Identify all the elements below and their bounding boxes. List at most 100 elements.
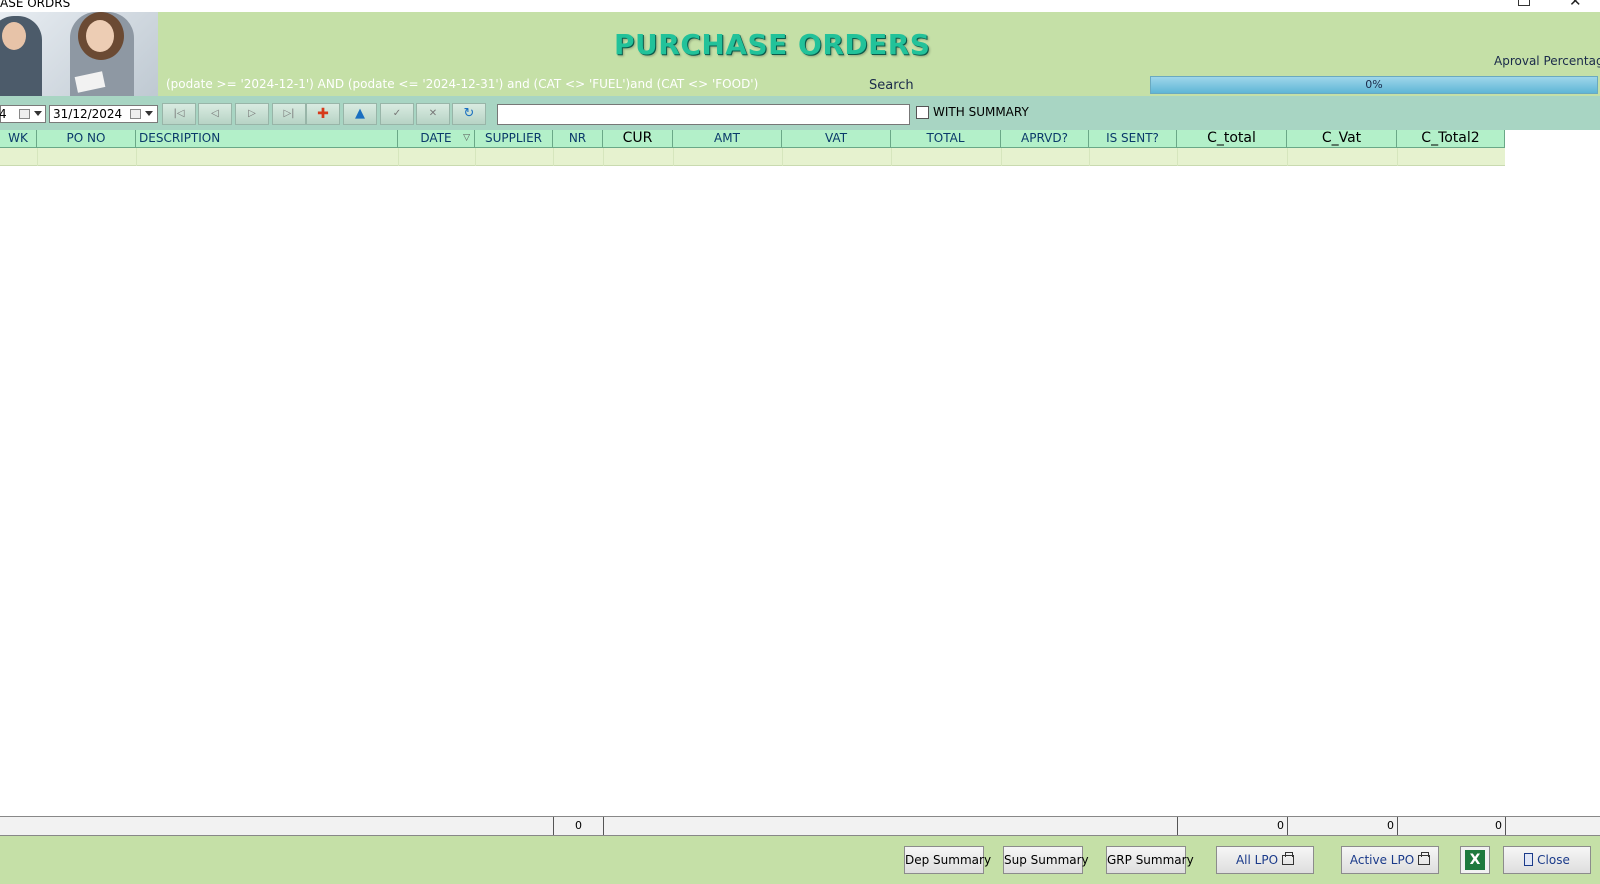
close-button[interactable]: Close [1503, 846, 1591, 874]
table-row[interactable] [0, 148, 1505, 166]
page-title: PURCHASE ORDERS [614, 28, 931, 61]
column-header-nr[interactable]: NR [553, 130, 603, 148]
row-separator [1397, 148, 1398, 166]
row-separator [37, 148, 38, 166]
nr-sum: 0 [553, 817, 603, 835]
exit-door-icon [1524, 853, 1534, 866]
insert-record-icon: ✚ [317, 106, 329, 122]
calendar-icon[interactable] [130, 109, 141, 119]
prior-record-button[interactable]: ◁ [198, 103, 232, 125]
active-lpo-button[interactable]: Active LPO [1341, 846, 1439, 874]
dep-summary-button[interactable]: Dep Summary [904, 846, 991, 874]
date-from-picker[interactable]: 4 [0, 105, 46, 123]
photo-tablet [74, 71, 106, 93]
post-record-icon: ✓ [392, 108, 402, 119]
with-summary-checkbox[interactable] [916, 106, 929, 119]
refresh-button[interactable]: ↻ [452, 103, 486, 125]
cancel-record-button[interactable]: ✕ [416, 103, 450, 125]
column-header-amt[interactable]: AMT [673, 130, 782, 148]
row-separator [475, 148, 476, 166]
header-panel: PURCHASE ORDERS (podate >= '2024-12-1') … [0, 12, 1600, 96]
close-button-label: Close [1537, 853, 1570, 867]
sup-summary-button[interactable]: Sup Summary [1003, 846, 1089, 874]
column-header-date[interactable]: DATE ▽ [398, 130, 475, 148]
column-header-date-label: DATE [420, 131, 452, 145]
c-total-sum: 0 [1177, 817, 1287, 835]
photo-person-left [0, 16, 42, 96]
photo-face [86, 20, 114, 52]
post-record-button[interactable]: ✓ [380, 103, 414, 125]
all-lpo-button[interactable]: All LPO [1216, 846, 1314, 874]
all-lpo-label: All LPO [1235, 853, 1279, 867]
grp-summary-button[interactable]: GRP Summary [1106, 846, 1194, 874]
row-separator [553, 148, 554, 166]
c-total2-sum: 0 [1397, 817, 1505, 835]
last-record-icon: ▷| [283, 108, 295, 119]
column-header-wk[interactable]: WK [0, 130, 37, 148]
row-separator [673, 148, 674, 166]
column-header-supplier[interactable]: SUPPLIER [475, 130, 553, 148]
next-record-button[interactable]: ▷ [235, 103, 269, 125]
column-header-cur[interactable]: CUR [603, 130, 673, 148]
column-header-po-no[interactable]: PO NO [37, 130, 136, 148]
excel-icon: X [1465, 850, 1485, 870]
printer-icon [1418, 852, 1431, 865]
prior-record-icon: ◁ [211, 108, 219, 119]
active-lpo-label: Active LPO [1349, 853, 1415, 867]
header-photo [0, 12, 158, 96]
purchase-orders-window: ASE ORDRS ✕ PURCHASE ORDERS (podate >= '… [0, 0, 1600, 884]
sort-indicator-icon: ▽ [463, 133, 470, 143]
filter-expression: (podate >= '2024-12-1') AND (podate <= '… [166, 77, 759, 91]
calendar-icon[interactable] [19, 109, 30, 119]
c-vat-sum: 0 [1287, 817, 1397, 835]
column-header-c-total[interactable]: C_total [1177, 130, 1287, 148]
column-header-aprvd[interactable]: APRVD? [1001, 130, 1089, 148]
grid-footer-summary: 0 0 0 0 [0, 816, 1600, 836]
last-record-button[interactable]: ▷| [272, 103, 306, 125]
column-header-description[interactable]: DESCRIPTION [136, 130, 398, 148]
row-separator [1089, 148, 1090, 166]
bottom-button-bar: Dep Summary Sup Summary GRP Summary All … [0, 836, 1600, 884]
edit-record-icon: ▲ [355, 106, 365, 121]
approval-progress-bar: 0% [1150, 76, 1598, 94]
window-title: ASE ORDRS [0, 0, 71, 10]
edit-record-button[interactable]: ▲ [343, 103, 377, 125]
column-header-total[interactable]: TOTAL [891, 130, 1001, 148]
row-separator [891, 148, 892, 166]
insert-record-button[interactable]: ✚ [306, 103, 340, 125]
first-record-button[interactable]: |◁ [162, 103, 196, 125]
restore-icon[interactable] [1518, 0, 1530, 6]
grid-header: WK PO NO DESCRIPTION DATE ▽ SUPPLIER NR … [0, 130, 1505, 148]
date-from-value: 4 [0, 107, 7, 121]
title-bar: ASE ORDRS ✕ [0, 0, 1600, 12]
date-to-picker[interactable]: 31/12/2024 [49, 105, 158, 123]
next-record-icon: ▷ [248, 108, 256, 119]
chevron-down-icon[interactable] [145, 111, 153, 116]
toolbar: 4 31/12/2024 |◁ ◁ ▷ ▷| ✚ ▲ ✓ ✕ ↻ WITH SU… [0, 96, 1600, 130]
date-to-value: 31/12/2024 [53, 107, 123, 121]
with-summary-label: WITH SUMMARY [933, 105, 1029, 119]
column-header-is-sent[interactable]: IS SENT? [1089, 130, 1177, 148]
column-header-vat[interactable]: VAT [782, 130, 891, 148]
printer-icon [1282, 852, 1295, 865]
photo-face [2, 22, 26, 50]
row-separator [136, 148, 137, 166]
approval-percentage-label: Aproval Percentage [1494, 54, 1600, 68]
search-input[interactable] [497, 104, 910, 125]
column-header-c-total2[interactable]: C_Total2 [1397, 130, 1505, 148]
photo-person-right [70, 12, 134, 96]
row-separator [1001, 148, 1002, 166]
row-separator [1287, 148, 1288, 166]
column-header-c-vat[interactable]: C_Vat [1287, 130, 1397, 148]
row-separator [603, 148, 604, 166]
chevron-down-icon[interactable] [34, 111, 42, 116]
export-excel-button[interactable]: X [1460, 846, 1490, 874]
row-separator [398, 148, 399, 166]
refresh-icon: ↻ [463, 106, 475, 121]
cancel-record-icon: ✕ [428, 108, 438, 119]
row-separator [1177, 148, 1178, 166]
summary-spacer [603, 817, 1177, 835]
row-separator [782, 148, 783, 166]
close-window-icon[interactable]: ✕ [1569, 0, 1582, 10]
approval-progress-text: 0% [1365, 78, 1383, 91]
